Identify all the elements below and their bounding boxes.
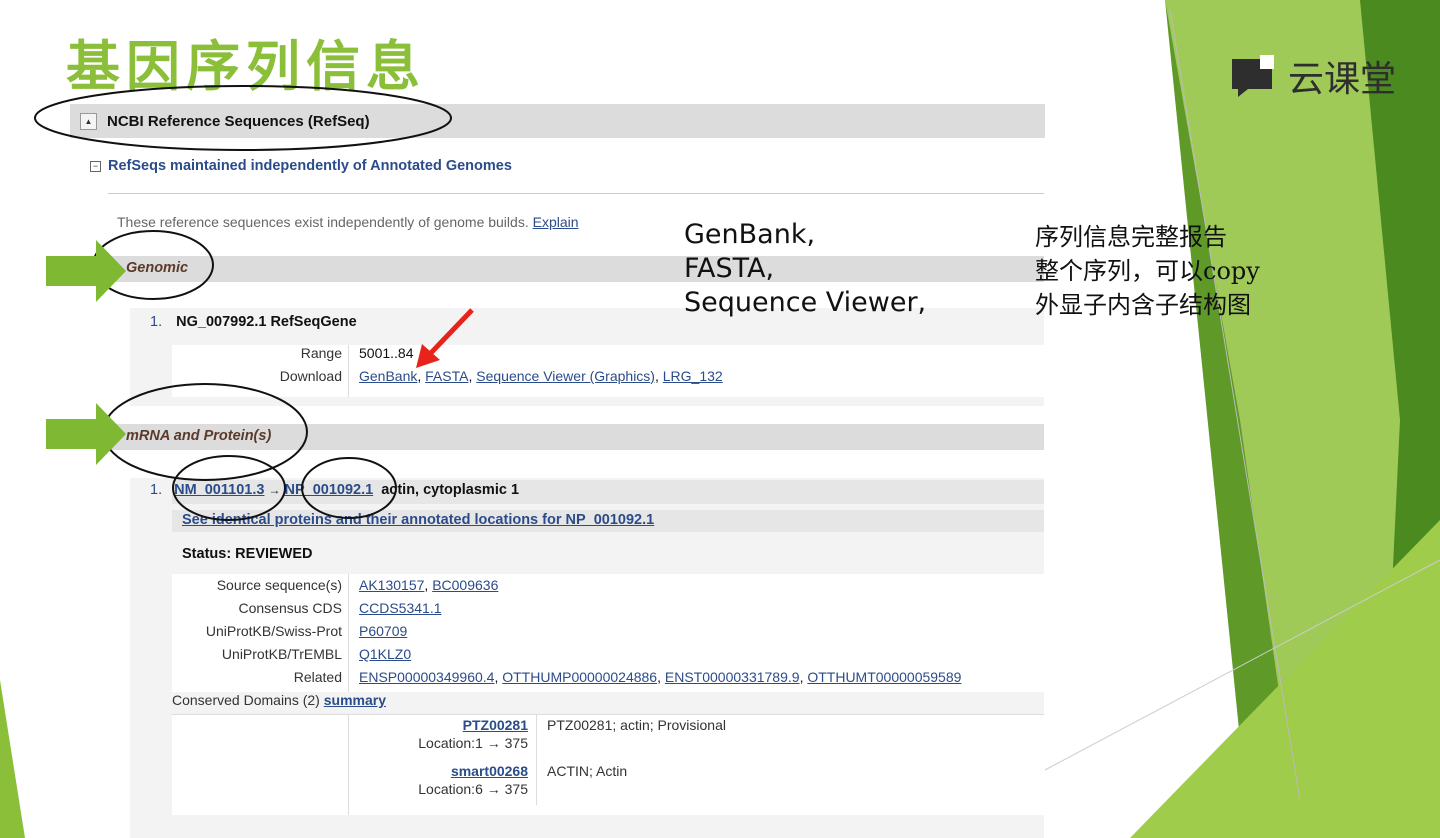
annotation-line: Sequence Viewer,	[684, 287, 927, 318]
subsection-title: RefSeqs maintained independently of Anno…	[108, 158, 512, 174]
independent-note: These reference sequences exist independ…	[117, 214, 579, 230]
green-shape-left	[0, 680, 25, 838]
protein-accession-link[interactable]: NP_001092.1	[284, 482, 373, 498]
annotation-line: GenBank,	[684, 219, 816, 250]
mrna-detail-table: Source sequence(s) AK130157, BC009636 Co…	[172, 574, 1044, 692]
collapse-up-icon[interactable]: ▲	[80, 112, 97, 130]
range-value: 5001..84	[359, 345, 414, 361]
download-links: GenBank, FASTA, Sequence Viewer (Graphic…	[359, 368, 723, 384]
table-divider	[348, 715, 349, 815]
source-link[interactable]: BC009636	[432, 577, 498, 593]
status-text: Status: REVIEWED	[182, 546, 313, 562]
brand-name: 云课堂	[1288, 59, 1397, 100]
conserved-domains-row: Conserved Domains (2) summary	[172, 692, 386, 708]
note-text: These reference sequences exist independ…	[117, 214, 529, 230]
domain-description: PTZ00281; actin; Provisional	[547, 717, 726, 733]
mrna-section-bar[interactable]: mRNA and Protein(s)	[108, 424, 1044, 450]
trembl-label: UniProtKB/TrEMBL	[221, 646, 342, 662]
genomic-detail-table: Range 5001..84 Download GenBank, FASTA, …	[172, 345, 1044, 397]
genomic-item-row: 1. NG_007992.1 RefSeqGene	[150, 314, 357, 330]
chat-bubble-icon	[1232, 55, 1274, 97]
related-value: ENSP00000349960.4, OTTHUMP00000024886, E…	[359, 669, 962, 685]
lrg-link[interactable]: LRG_132	[663, 368, 723, 384]
protein-description: actin, cytoplasmic 1	[381, 482, 520, 498]
notes-annotation: 序列信息完整报告 整个序列，可以copy 外显子内含子结构图	[1035, 220, 1260, 322]
domains-table: PTZ00281 Location:1 → 375 PTZ00281; acti…	[172, 714, 1044, 815]
trembl-link[interactable]: Q1KLZ0	[359, 646, 411, 662]
source-sequences-value: AK130157, BC009636	[359, 577, 499, 593]
range-label: Range	[300, 345, 342, 361]
domain-location: Location:6 → 375	[418, 781, 528, 797]
mrna-item-row: 1. NM_001101.3 → NP_001092.1 actin, cyto…	[150, 482, 519, 498]
annotation-line: FASTA,	[684, 253, 775, 284]
refseq-subsection[interactable]: − RefSeqs maintained independently of An…	[90, 158, 512, 174]
related-link[interactable]: ENST00000331789.9	[665, 669, 800, 685]
consensus-cds-label: Consensus CDS	[238, 600, 343, 616]
swissprot-link[interactable]: P60709	[359, 623, 407, 639]
conserved-summary-link[interactable]: summary	[324, 692, 386, 708]
domain-link[interactable]: smart00268	[412, 763, 528, 779]
identical-proteins-link[interactable]: See identical proteins and their annotat…	[182, 512, 654, 528]
related-link[interactable]: OTTHUMP00000024886	[502, 669, 657, 685]
mrna-label: mRNA and Protein(s)	[126, 428, 272, 444]
divider	[108, 193, 1044, 194]
source-link[interactable]: AK130157	[359, 577, 424, 593]
conserved-domains-label: Conserved Domains (2)	[172, 692, 320, 708]
refseq-section-header[interactable]: ▲ NCBI Reference Sequences (RefSeq)	[70, 104, 1045, 138]
genbank-link[interactable]: GenBank	[359, 368, 417, 384]
download-label: Download	[279, 368, 342, 384]
related-link[interactable]: ENSP00000349960.4	[359, 669, 494, 685]
related-link[interactable]: OTTHUMT00000059589	[807, 669, 961, 685]
annotation-line: 外显子内含子结构图	[1035, 291, 1251, 319]
domain-location: Location:1 → 375	[418, 735, 528, 751]
sequence-viewer-link[interactable]: Sequence Viewer (Graphics)	[476, 368, 655, 384]
swissprot-label: UniProtKB/Swiss-Prot	[205, 623, 342, 639]
related-label: Related	[293, 669, 342, 685]
genomic-item-title: NG_007992.1 RefSeqGene	[176, 314, 357, 330]
table-divider	[536, 715, 537, 805]
item-number: 1.	[150, 314, 163, 330]
domain-description: ACTIN; Actin	[547, 763, 628, 779]
refseq-section-title: NCBI Reference Sequences (RefSeq)	[107, 112, 370, 130]
explain-link[interactable]: Explain	[533, 214, 579, 230]
collapse-minus-icon[interactable]: −	[90, 160, 101, 172]
formats-annotation: GenBank, FASTA, Sequence Viewer,	[684, 218, 926, 320]
genomic-label: Genomic	[126, 260, 189, 276]
brand-logo: 云课堂	[1230, 50, 1396, 102]
arrow-icon: →	[268, 483, 281, 497]
source-sequences-label: Source sequence(s)	[216, 577, 342, 593]
table-divider	[348, 574, 349, 692]
ccds-link[interactable]: CCDS5341.1	[359, 600, 442, 616]
annotation-line: 序列信息完整报告	[1035, 223, 1227, 251]
table-divider	[348, 345, 349, 397]
annotation-line: 整个序列，可以copy	[1035, 257, 1260, 285]
mrna-accession-link[interactable]: NM_001101.3	[174, 482, 264, 498]
item-number: 1.	[150, 482, 163, 498]
fasta-link[interactable]: FASTA	[425, 368, 468, 384]
slide-title: 基因序列信息	[66, 34, 426, 98]
domain-link[interactable]: PTZ00281	[412, 717, 528, 733]
